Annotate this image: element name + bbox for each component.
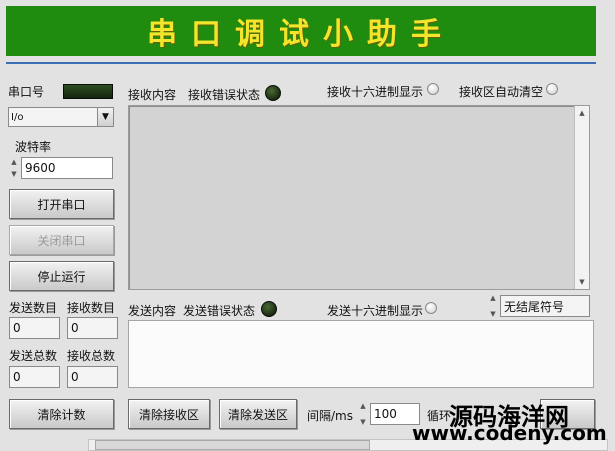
- terminator-stepper[interactable]: ▲ ▼: [488, 294, 498, 318]
- receive-error-led: [265, 85, 281, 101]
- baud-input[interactable]: 9600: [21, 157, 113, 179]
- terminator-value: 无结尾符号: [504, 299, 565, 314]
- receive-scrollbar[interactable]: ▲ ▼: [574, 106, 589, 289]
- baud-stepper[interactable]: ▲ ▼: [9, 158, 19, 178]
- scrollbar-thumb[interactable]: [95, 440, 370, 450]
- clear-count-button[interactable]: 清除计数: [9, 399, 114, 429]
- stepper-up-icon[interactable]: ▲: [358, 402, 368, 410]
- receive-auto-clear-label: 接收区自动清空: [459, 85, 544, 99]
- title-banner: 串口调试小助手: [6, 6, 596, 56]
- recv-count-value: 0: [71, 321, 79, 335]
- receive-content-label: 接收内容: [128, 88, 177, 102]
- stepper-up-icon[interactable]: ▲: [9, 158, 19, 166]
- stepper-down-icon[interactable]: ▼: [488, 310, 498, 318]
- send-count-label: 发送数目: [9, 301, 58, 315]
- stop-button[interactable]: 停止运行: [9, 261, 114, 291]
- send-hex-radio[interactable]: [425, 302, 437, 314]
- port-select[interactable]: I/o ▼: [8, 107, 114, 127]
- stepper-down-icon[interactable]: ▼: [358, 418, 368, 426]
- close-port-button[interactable]: 关闭串口: [9, 225, 114, 255]
- interval-value: 100: [374, 407, 397, 421]
- send-total-label: 发送总数: [9, 349, 58, 363]
- interval-label: 间隔/ms: [307, 409, 353, 423]
- scroll-up-icon[interactable]: ▲: [575, 106, 589, 120]
- recv-count-field: 0: [67, 317, 118, 339]
- send-textarea[interactable]: [128, 320, 594, 388]
- app-title: 串口调试小助手: [147, 17, 455, 52]
- send-total-field: 0: [9, 366, 60, 388]
- open-port-button[interactable]: 打开串口: [9, 189, 114, 219]
- recv-total-label: 接收总数: [67, 349, 116, 363]
- receive-error-label: 接收错误状态: [188, 88, 261, 102]
- baud-label: 波特率: [15, 140, 52, 154]
- send-count-value: 0: [13, 321, 21, 335]
- recv-total-field: 0: [67, 366, 118, 388]
- terminator-field[interactable]: 无结尾符号: [500, 295, 590, 317]
- clear-receive-button[interactable]: 清除接收区: [128, 399, 210, 429]
- interval-stepper[interactable]: ▲ ▼: [358, 402, 368, 426]
- recv-count-label: 接收数目: [67, 301, 116, 315]
- send-count-field: 0: [9, 317, 60, 339]
- receive-hex-radio[interactable]: [427, 83, 439, 95]
- header-divider: [6, 62, 596, 64]
- dropdown-arrow-icon[interactable]: ▼: [97, 108, 113, 126]
- baud-value: 9600: [25, 161, 56, 175]
- recv-total-value: 0: [71, 370, 79, 384]
- send-hex-label: 发送十六进制显示: [327, 304, 424, 318]
- watermark-url: www.codeny.com: [412, 421, 607, 445]
- port-status-led: [63, 84, 113, 99]
- receive-hex-label: 接收十六进制显示: [327, 85, 424, 99]
- port-selected-value: I/o: [11, 111, 24, 123]
- stepper-up-icon[interactable]: ▲: [488, 294, 498, 302]
- stepper-down-icon[interactable]: ▼: [9, 170, 19, 178]
- send-error-label: 发送错误状态: [183, 304, 256, 318]
- receive-auto-clear-radio[interactable]: [546, 83, 558, 95]
- send-content-label: 发送内容: [128, 304, 177, 318]
- port-label: 串口号: [8, 85, 45, 99]
- send-error-led: [261, 301, 277, 317]
- clear-send-button[interactable]: 清除发送区: [219, 399, 297, 429]
- scroll-down-icon[interactable]: ▼: [575, 275, 589, 289]
- send-total-value: 0: [13, 370, 21, 384]
- receive-textarea[interactable]: ▲ ▼: [128, 105, 590, 290]
